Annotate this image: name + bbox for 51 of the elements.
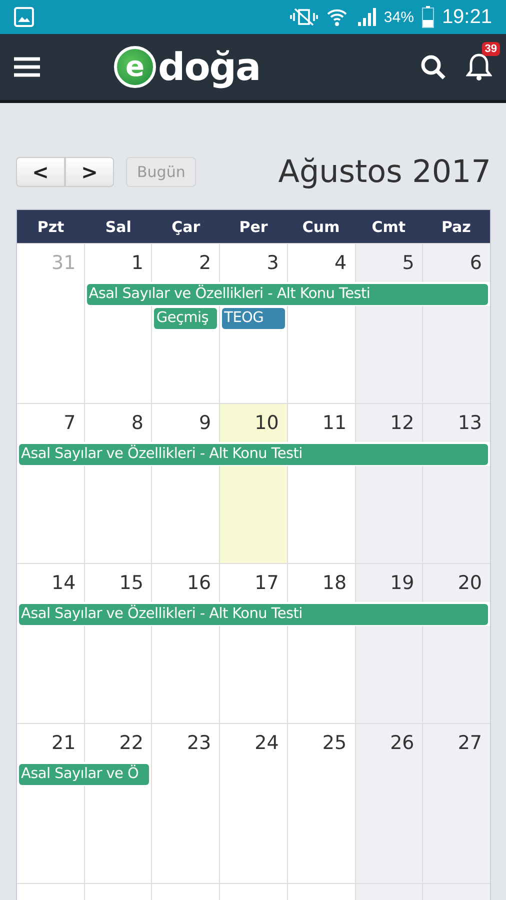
vibrate-off-icon <box>290 7 318 27</box>
day-cell[interactable]: 8 <box>84 404 152 442</box>
day-cell[interactable]: 7 <box>17 404 84 442</box>
weekday-label: Çar <box>170 216 202 238</box>
day-cell[interactable]: 15 <box>84 564 152 602</box>
day-cell[interactable]: 9 <box>152 404 220 442</box>
day-cell[interactable]: 6 <box>423 244 490 282</box>
month-title: Ağustos 2017 <box>278 154 491 190</box>
weekday-label: Per <box>238 216 269 238</box>
weekday-label: Cmt <box>370 216 407 238</box>
day-cell[interactable]: 18 <box>288 564 355 602</box>
search-button[interactable] <box>420 54 446 80</box>
calendar-event[interactable]: TEOG <box>222 308 285 328</box>
day-cell[interactable]: 13 <box>423 404 490 442</box>
wifi-icon <box>326 7 348 27</box>
day-cell[interactable]: 4 <box>288 244 355 282</box>
day-cell[interactable]: 12 <box>356 404 422 442</box>
logo-mark: e <box>114 46 156 88</box>
day-cell[interactable]: 17 <box>220 564 287 602</box>
weekday-label: Pzt <box>36 216 66 238</box>
day-cell[interactable]: 27 <box>423 724 490 762</box>
logo-text: doğa <box>158 45 260 89</box>
day-cell[interactable]: 16 <box>152 564 220 602</box>
weekday-label: Paz <box>440 216 472 238</box>
notification-button[interactable]: 39 <box>466 42 500 82</box>
day-cell[interactable]: 25 <box>288 724 355 762</box>
weekday-label: Cum <box>301 216 341 238</box>
battery-icon <box>422 6 434 28</box>
day-cell[interactable]: 21 <box>17 724 84 762</box>
next-button[interactable]: > <box>65 157 114 187</box>
gallery-icon <box>14 7 34 27</box>
day-cell[interactable]: 3 <box>220 244 287 282</box>
day-cell[interactable]: 11 <box>288 404 355 442</box>
day-cell[interactable]: 5 <box>356 244 422 282</box>
day-cell[interactable]: 19 <box>356 564 422 602</box>
battery-percent: 34% <box>384 8 414 26</box>
day-cell[interactable]: 14 <box>17 564 84 602</box>
day-cell[interactable]: 22 <box>84 724 152 762</box>
day-cell[interactable]: 26 <box>356 724 422 762</box>
weekday-label: Sal <box>104 216 132 238</box>
notification-badge: 39 <box>482 42 500 56</box>
day-cell[interactable]: 10 <box>220 404 287 442</box>
previous-button[interactable]: < <box>16 157 65 187</box>
day-cell[interactable]: 23 <box>152 724 220 762</box>
day-cell[interactable]: 24 <box>220 724 287 762</box>
menu-button[interactable] <box>14 56 40 78</box>
day-cell[interactable]: 20 <box>423 564 490 602</box>
signal-icon <box>356 7 376 27</box>
clock-time: 19:21 <box>442 6 492 28</box>
day-cell[interactable]: 2 <box>152 244 220 282</box>
day-cell[interactable]: 1 <box>84 244 152 282</box>
